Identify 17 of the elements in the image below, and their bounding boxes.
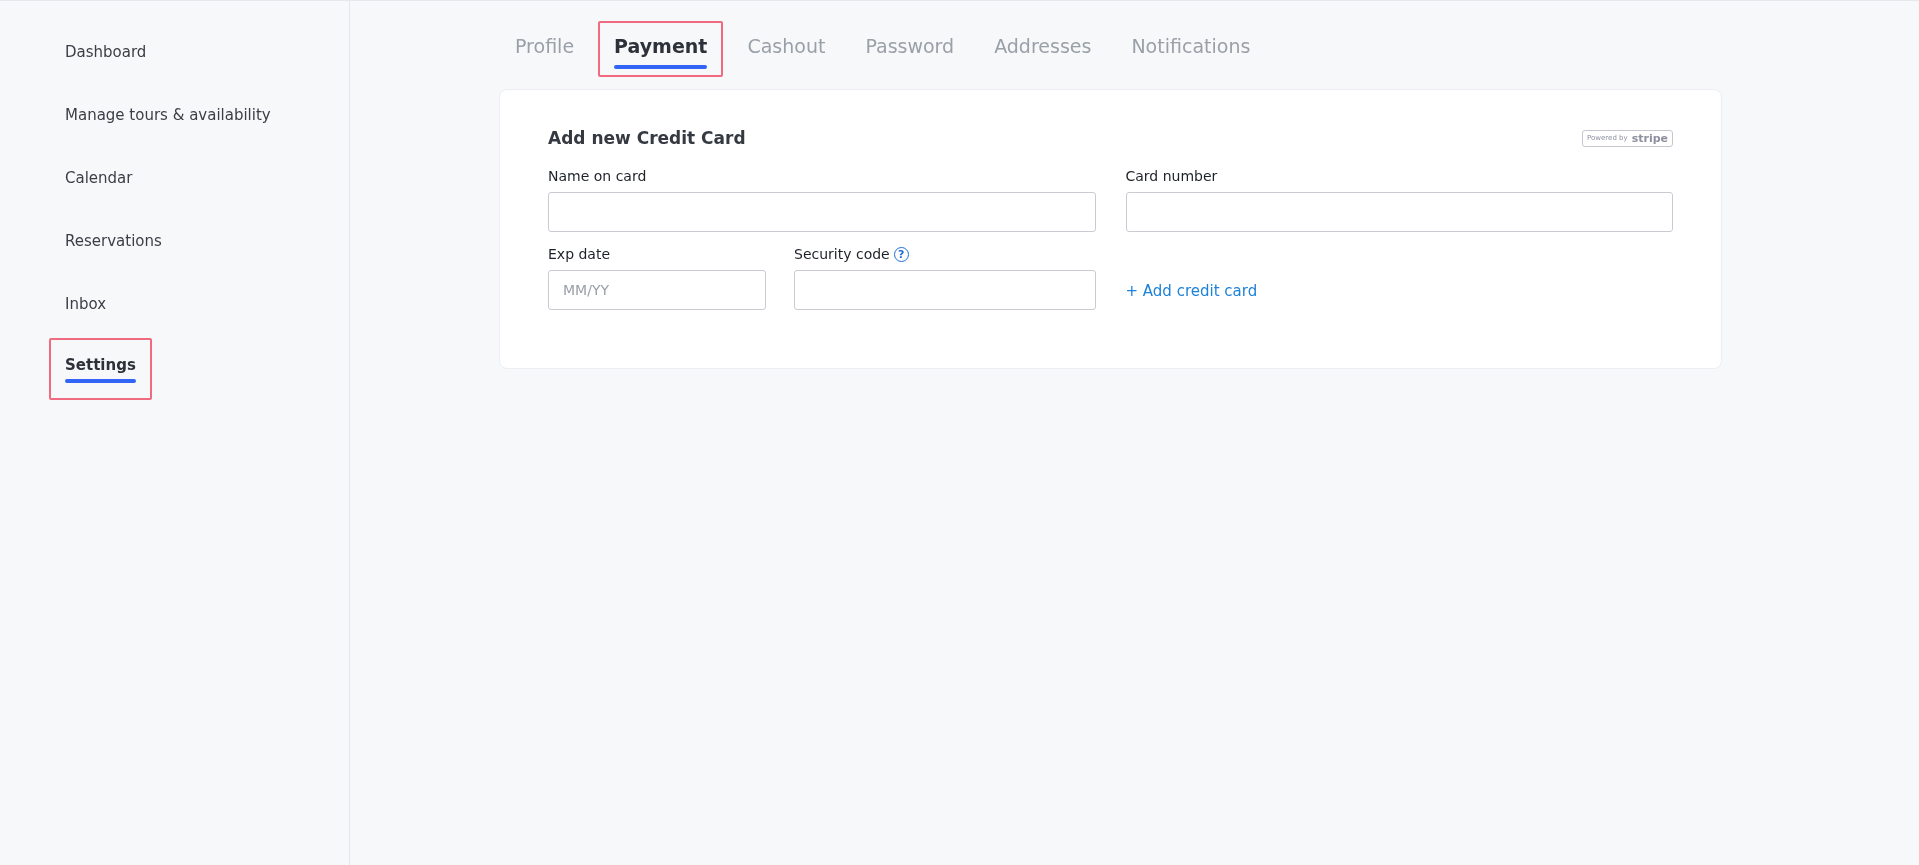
sidebar-item[interactable]: Inbox <box>49 289 123 319</box>
sidebar-item[interactable]: Manage tours & availability <box>49 100 287 130</box>
field-label: Security code <box>794 246 890 262</box>
field-label: Exp date <box>548 246 612 262</box>
input-field[interactable] <box>794 270 1096 310</box>
input-field[interactable] <box>1125 192 1673 232</box>
tab[interactable]: Payment <box>598 21 724 77</box>
sidebar-item[interactable]: Settings <box>49 338 152 400</box>
add-credit-card-link[interactable]: + Add credit card <box>1125 282 1258 300</box>
sidebar-item[interactable]: Dashboard <box>49 37 163 67</box>
card-title: Add new Credit Card <box>548 128 746 148</box>
field-label: Name on card <box>548 168 648 184</box>
sidebar-item[interactable]: Calendar <box>49 163 149 193</box>
input-field[interactable] <box>548 192 1096 232</box>
field-label: Card number <box>1125 168 1219 184</box>
input-field[interactable]: MM/YY <box>548 270 766 310</box>
sidebar-item[interactable]: Reservations <box>49 226 178 256</box>
